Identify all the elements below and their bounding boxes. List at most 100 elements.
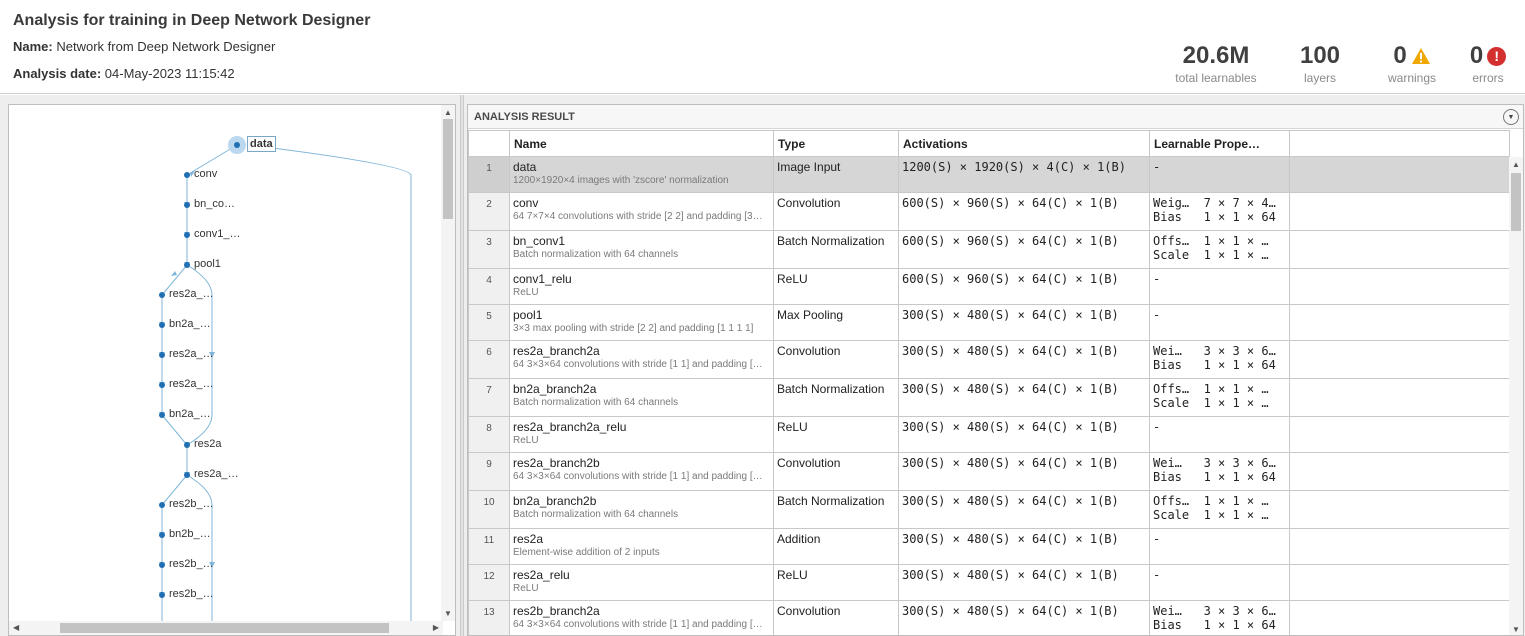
panel-splitter[interactable] bbox=[460, 95, 464, 636]
table-row[interactable]: 8 res2a_branch2a_relu ReLU ReLU 300(S) × 480… bbox=[468, 416, 1510, 453]
scroll-down-arrow-icon[interactable]: ▼ bbox=[1512, 625, 1520, 634]
layer-name-cell[interactable]: res2a_branch2a 64 3×3×64 convolutions wit… bbox=[509, 340, 774, 379]
collapse-panel-button[interactable]: ▼ bbox=[1503, 109, 1519, 125]
activations-cell[interactable]: 300(S) × 480(S) × 64(C) × 1(B) bbox=[898, 528, 1150, 565]
learnables-cell[interactable]: - bbox=[1149, 416, 1290, 453]
layer-name-cell[interactable]: conv 64 7×7×4 convolutions with stride [2… bbox=[509, 192, 774, 231]
layer-name-cell[interactable]: res2a_branch2a_relu ReLU bbox=[509, 416, 774, 453]
graph-label-res2b-branch2b[interactable]: res2b_… bbox=[169, 588, 214, 600]
activations-cell[interactable]: 300(S) × 480(S) × 64(C) × 1(B) bbox=[898, 378, 1150, 417]
learnables-cell[interactable]: - bbox=[1149, 304, 1290, 341]
scroll-up-arrow-icon[interactable]: ▲ bbox=[1512, 160, 1520, 169]
table-row[interactable]: 2 conv 64 7×7×4 convolutions with stride [… bbox=[468, 192, 1510, 231]
layer-name-cell[interactable]: res2a_branch2b 64 3×3×64 convolutions wit… bbox=[509, 452, 774, 491]
stat-warnings[interactable]: 0 warnings bbox=[1382, 42, 1442, 85]
graph-label-bn2a-branch2b[interactable]: bn2a_… bbox=[169, 408, 211, 420]
column-header-type[interactable]: Type bbox=[773, 130, 899, 157]
column-header-learnables[interactable]: Learnable Prope… bbox=[1149, 130, 1290, 157]
graph-label-bn-conv1[interactable]: bn_co… bbox=[194, 198, 235, 210]
graph-label-bn2a-branch2a[interactable]: bn2a_… bbox=[169, 318, 211, 330]
table-row[interactable]: 1 data 1200×1920×4 images with 'zscore' no… bbox=[468, 156, 1510, 193]
layer-type-cell[interactable]: Convolution bbox=[773, 192, 899, 231]
activations-cell[interactable]: 600(S) × 960(S) × 64(C) × 1(B) bbox=[898, 268, 1150, 305]
layer-name-cell[interactable]: bn2a_branch2a Batch normalization with 64… bbox=[509, 378, 774, 417]
graph-label-res2a[interactable]: res2a bbox=[194, 438, 222, 450]
graph-label-conv1-relu[interactable]: conv1_… bbox=[194, 228, 240, 240]
column-header-name[interactable]: Name bbox=[509, 130, 774, 157]
learnables-cell[interactable]: Wei… 3 × 3 × 6… Bias 1 × 1 × 64 bbox=[1149, 452, 1290, 491]
graph-label-conv[interactable]: conv bbox=[194, 168, 217, 180]
learnables-cell[interactable]: Offs… 1 × 1 × … Scale 1 × 1 × … bbox=[1149, 230, 1290, 269]
graph-label-res2a-relu[interactable]: res2a_… bbox=[194, 468, 239, 480]
table-row[interactable]: 5 pool1 3×3 max pooling with stride [2 2] … bbox=[468, 304, 1510, 341]
layer-type-cell[interactable]: Image Input bbox=[773, 156, 899, 193]
graph-vertical-scroll-thumb[interactable] bbox=[443, 119, 453, 219]
graph-horizontal-scroll-thumb[interactable] bbox=[60, 623, 389, 633]
learnables-cell[interactable]: Offs… 1 × 1 × … Scale 1 × 1 × … bbox=[1149, 490, 1290, 529]
layer-name-cell[interactable]: res2a_relu ReLU bbox=[509, 564, 774, 601]
layer-name-cell[interactable]: pool1 3×3 max pooling with stride [2 2] a… bbox=[509, 304, 774, 341]
layer-type-cell[interactable]: Batch Normalization bbox=[773, 378, 899, 417]
scroll-down-arrow-icon[interactable]: ▼ bbox=[444, 609, 452, 618]
learnables-cell[interactable]: Weig… 7 × 7 × 4… Bias 1 × 1 × 64 bbox=[1149, 192, 1290, 231]
graph-label-res2b-branch2a[interactable]: res2b_… bbox=[169, 498, 214, 510]
learnables-cell[interactable]: - bbox=[1149, 564, 1290, 601]
stat-errors[interactable]: 0 ! errors bbox=[1460, 42, 1516, 85]
learnables-cell[interactable]: Wei… 3 × 3 × 6… Bias 1 × 1 × 64 bbox=[1149, 600, 1290, 635]
activations-cell[interactable]: 300(S) × 480(S) × 64(C) × 1(B) bbox=[898, 416, 1150, 453]
table-row[interactable]: 10 bn2a_branch2b Batch normalization with … bbox=[468, 490, 1510, 529]
activations-cell[interactable]: 300(S) × 480(S) × 64(C) × 1(B) bbox=[898, 600, 1150, 635]
column-header-activations[interactable]: Activations bbox=[898, 130, 1150, 157]
network-graph-panel[interactable]: data conv bn_co… conv1_… pool1 res2a_… b… bbox=[8, 104, 456, 636]
learnables-cell[interactable]: - bbox=[1149, 156, 1290, 193]
table-row[interactable]: 4 conv1_relu ReLU ReLU 600(S) × 960(S) × 64(… bbox=[468, 268, 1510, 305]
learnables-cell[interactable]: Offs… 1 × 1 × … Scale 1 × 1 × … bbox=[1149, 378, 1290, 417]
layer-type-cell[interactable]: ReLU bbox=[773, 416, 899, 453]
layer-name-cell[interactable]: bn_conv1 Batch normalization with 64 chan… bbox=[509, 230, 774, 269]
table-row[interactable]: 3 bn_conv1 Batch normalization with 64 cha… bbox=[468, 230, 1510, 269]
table-vertical-scroll-thumb[interactable] bbox=[1511, 173, 1521, 231]
table-row[interactable]: 6 res2a_branch2a 64 3×3×64 convolutions wi… bbox=[468, 340, 1510, 379]
graph-vertical-scrollbar[interactable]: ▲ ▼ bbox=[441, 105, 455, 621]
layer-name-cell[interactable]: res2b_branch2a 64 3×3×64 convolutions wit… bbox=[509, 600, 774, 635]
layer-name-cell[interactable]: res2a Element-wise addition of 2 inputs bbox=[509, 528, 774, 565]
table-row[interactable]: 7 bn2a_branch2a Batch normalization with 6… bbox=[468, 378, 1510, 417]
activations-cell[interactable]: 300(S) × 480(S) × 64(C) × 1(B) bbox=[898, 452, 1150, 491]
graph-label-res2a-branch2a-relu[interactable]: res2a_… bbox=[169, 348, 214, 360]
table-vertical-scrollbar[interactable]: ▲ ▼ bbox=[1509, 157, 1523, 635]
layer-type-cell[interactable]: Max Pooling bbox=[773, 304, 899, 341]
layer-name-cell[interactable]: bn2a_branch2b Batch normalization with 64… bbox=[509, 490, 774, 529]
activations-cell[interactable]: 300(S) × 480(S) × 64(C) × 1(B) bbox=[898, 490, 1150, 529]
learnables-cell[interactable]: Wei… 3 × 3 × 6… Bias 1 × 1 × 64 bbox=[1149, 340, 1290, 379]
layer-type-cell[interactable]: ReLU bbox=[773, 268, 899, 305]
graph-horizontal-scrollbar[interactable]: ◀ ▶ bbox=[9, 621, 443, 635]
graph-label-res2b-branch2a-relu[interactable]: res2b_… bbox=[169, 558, 214, 570]
layer-type-cell[interactable]: Batch Normalization bbox=[773, 490, 899, 529]
activations-cell[interactable]: 300(S) × 480(S) × 64(C) × 1(B) bbox=[898, 564, 1150, 601]
table-row[interactable]: 9 res2a_branch2b 64 3×3×64 convolutions wi… bbox=[468, 452, 1510, 491]
activations-cell[interactable]: 300(S) × 480(S) × 64(C) × 1(B) bbox=[898, 340, 1150, 379]
table-row[interactable]: 13 res2b_branch2a 64 3×3×64 convolutions w… bbox=[468, 600, 1510, 635]
table-row[interactable]: 11 res2a Element-wise addition of 2 inputs… bbox=[468, 528, 1510, 565]
graph-label-res2a-branch2b[interactable]: res2a_… bbox=[169, 378, 214, 390]
activations-cell[interactable]: 600(S) × 960(S) × 64(C) × 1(B) bbox=[898, 192, 1150, 231]
graph-label-pool1[interactable]: pool1 bbox=[194, 258, 221, 270]
layer-type-cell[interactable]: Batch Normalization bbox=[773, 230, 899, 269]
layer-type-cell[interactable]: ReLU bbox=[773, 564, 899, 601]
network-graph[interactable] bbox=[9, 105, 443, 621]
learnables-cell[interactable]: - bbox=[1149, 268, 1290, 305]
graph-label-data[interactable]: data bbox=[247, 136, 276, 152]
layer-type-cell[interactable]: Convolution bbox=[773, 600, 899, 635]
activations-cell[interactable]: 600(S) × 960(S) × 64(C) × 1(B) bbox=[898, 230, 1150, 269]
learnables-cell[interactable]: - bbox=[1149, 528, 1290, 565]
graph-label-bn2b-branch2a[interactable]: bn2b_… bbox=[169, 528, 211, 540]
graph-label-res2a-branch2a[interactable]: res2a_… bbox=[169, 288, 214, 300]
layer-type-cell[interactable]: Convolution bbox=[773, 340, 899, 379]
table-row[interactable]: 12 res2a_relu ReLU ReLU 300(S) × 480(S) × 64… bbox=[468, 564, 1510, 601]
activations-cell[interactable]: 300(S) × 480(S) × 64(C) × 1(B) bbox=[898, 304, 1150, 341]
layer-type-cell[interactable]: Convolution bbox=[773, 452, 899, 491]
activations-cell[interactable]: 1200(S) × 1920(S) × 4(C) × 1(B) bbox=[898, 156, 1150, 193]
layer-type-cell[interactable]: Addition bbox=[773, 528, 899, 565]
layer-name-cell[interactable]: conv1_relu ReLU bbox=[509, 268, 774, 305]
scroll-left-arrow-icon[interactable]: ◀ bbox=[13, 623, 19, 632]
